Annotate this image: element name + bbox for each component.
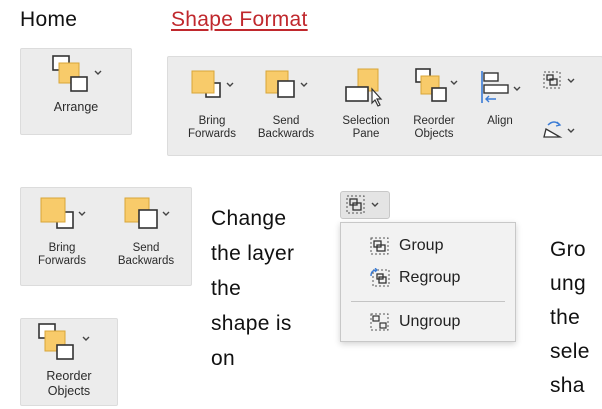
ungroup-icon [370, 313, 389, 331]
bring-forwards-icon [40, 197, 86, 229]
menu-item-group[interactable]: Group [341, 233, 515, 259]
rotate-dropdown-button[interactable] [540, 117, 584, 141]
reorder-objects-button[interactable]: Reorder Objects [404, 65, 464, 141]
send-backwards-label-2: Backwards [257, 128, 315, 140]
reorder-objects-label-1: Reorder [413, 115, 455, 127]
menu-item-label: Ungroup [399, 313, 461, 330]
send-backwards-label-1: Send [272, 115, 300, 127]
send-backwards-button-small[interactable]: Send Backwards [109, 194, 183, 268]
tab-shape-format[interactable]: Shape Format [171, 8, 308, 32]
align-label: Align [487, 115, 513, 127]
shape-format-ribbon: Bring Forwards Send Backwards Selection … [167, 56, 602, 156]
group-dropdown-button[interactable] [540, 69, 584, 93]
caption-line: the [550, 306, 581, 329]
selection-pane-label-1: Selection [342, 115, 390, 127]
arrange-button[interactable]: Arrange [31, 53, 121, 114]
arrange-panel: Arrange [20, 48, 132, 135]
align-icon [481, 71, 521, 103]
caption-line: sha [550, 374, 585, 397]
menu-separator [351, 301, 505, 302]
caption-line: Change [211, 207, 287, 230]
selection-pane-button[interactable]: Selection Pane [336, 65, 396, 141]
send-backwards-button[interactable]: Send Backwards [254, 65, 318, 141]
selection-pane-icon [345, 68, 383, 107]
group-menu: Group Regroup Ungroup [340, 222, 516, 342]
send-backwards-icon [124, 197, 170, 229]
chevron-down-icon [371, 202, 379, 207]
menu-item-label: Regroup [399, 269, 461, 286]
menu-item-regroup[interactable]: Regroup [341, 265, 515, 291]
group-menu-trigger[interactable] [340, 191, 390, 219]
reorder-objects-icon [415, 68, 458, 102]
send-backwards-small-label-2: Backwards [117, 255, 175, 267]
reorder-objects-icon [38, 323, 90, 360]
caption-layer: Change the layer the shape is on [211, 201, 294, 376]
bring-forwards-small-label-1: Bring [48, 242, 76, 254]
reorder-objects-label-2: Objects [414, 128, 454, 140]
group-icon [543, 71, 575, 89]
reorder-panel: Reorder Objects [20, 318, 118, 406]
caption-group: Gro ung the sele sha [550, 233, 590, 403]
regroup-icon [370, 268, 390, 287]
caption-line: Gro [550, 238, 586, 261]
bring-forwards-label-2: Forwards [188, 128, 236, 140]
reorder-objects-button-small[interactable]: Reorder Objects [27, 321, 111, 399]
align-button[interactable]: Align [472, 65, 528, 128]
bring-forwards-icon [191, 70, 234, 98]
send-backwards-small-label-1: Send [132, 242, 160, 254]
caption-line: shape is [211, 312, 292, 335]
caption-line: sele [550, 340, 590, 363]
group-icon [346, 195, 379, 214]
rotate-icon [543, 121, 575, 138]
caption-line: the layer [211, 242, 295, 265]
group-icon [370, 237, 389, 255]
layer-panel: Bring Forwards Send Backwards [20, 187, 192, 286]
bring-forwards-small-label-2: Forwards [38, 255, 86, 267]
bring-forwards-button[interactable]: Bring Forwards [182, 65, 242, 141]
caption-line: ung [550, 272, 586, 295]
menu-item-ungroup[interactable]: Ungroup [341, 309, 515, 335]
send-backwards-icon [265, 70, 308, 98]
reorder-small-label-2: Objects [47, 384, 91, 398]
caption-line: the [211, 277, 242, 300]
arrange-icon [52, 55, 102, 92]
bring-forwards-label-1: Bring [198, 115, 226, 127]
bring-forwards-button-small[interactable]: Bring Forwards [27, 194, 97, 268]
menu-item-label: Group [399, 237, 444, 254]
selection-pane-label-2: Pane [352, 128, 380, 140]
tab-home[interactable]: Home [20, 8, 77, 32]
chevron-down-icon [94, 70, 102, 75]
caption-line: on [211, 347, 235, 370]
reorder-small-label-1: Reorder [46, 369, 92, 383]
arrange-label: Arrange [53, 100, 99, 114]
